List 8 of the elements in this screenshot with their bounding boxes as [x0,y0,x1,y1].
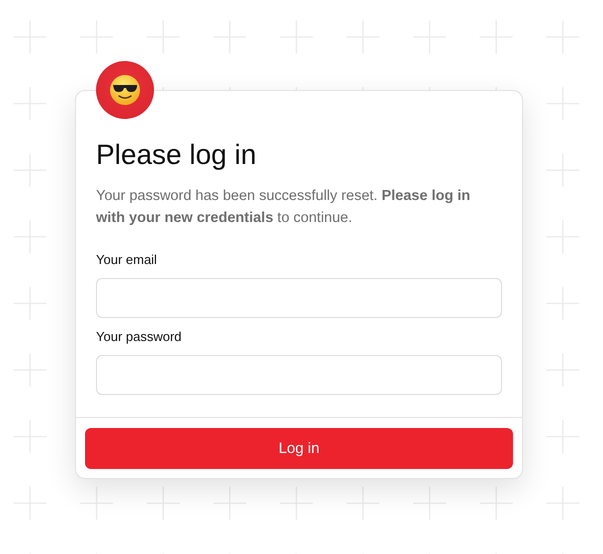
input-field[interactable] [96,278,502,318]
login-button[interactable]: Log in [85,428,513,469]
reset-message: Your password has been successfully reset. Please log in with your new credentials to continue. [96,187,472,228]
login-title: Please log in [96,138,258,172]
sunglasses-smiley-icon [110,75,140,105]
input-field[interactable] [96,355,502,395]
field-label: Your email [96,251,158,269]
field-label: Your password [96,328,183,346]
